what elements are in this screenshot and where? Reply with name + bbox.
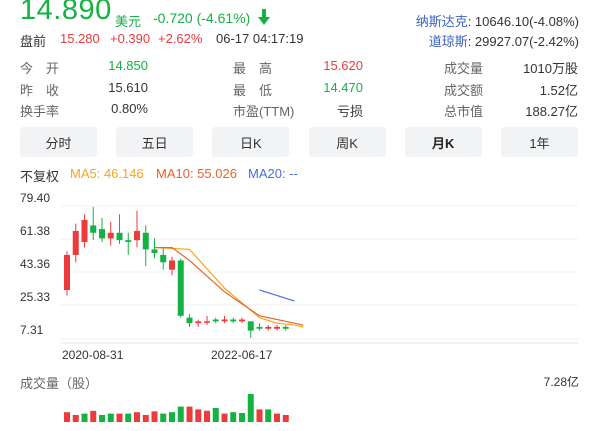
ma5-line — [154, 246, 304, 328]
candle-body — [125, 240, 132, 243]
volume-bar — [274, 413, 280, 422]
volume-bar — [239, 413, 245, 422]
candle-body — [247, 321, 254, 331]
volume-bar — [142, 415, 149, 422]
volume-bar — [247, 394, 254, 422]
volume-bar — [221, 413, 228, 422]
volume-bar — [160, 413, 167, 422]
candle-body — [282, 326, 289, 329]
volume-bar — [125, 413, 132, 422]
candle-body — [230, 319, 237, 322]
volume-bar — [81, 413, 88, 422]
candle-body — [142, 232, 149, 250]
candle-body — [265, 326, 272, 329]
volume-bar — [72, 415, 79, 422]
volume-bar — [265, 409, 272, 422]
ma10-line — [154, 246, 304, 326]
volume-max: 7.28亿 — [543, 375, 579, 389]
volume-bar — [169, 412, 175, 422]
candle-body — [239, 319, 245, 322]
candle-body — [274, 326, 280, 329]
volume-bar — [256, 409, 263, 422]
x-tick-label: 2020-08-31 — [62, 348, 124, 362]
candle-body — [186, 317, 193, 324]
candle-body — [64, 254, 70, 290]
volume-bar — [186, 406, 193, 422]
volume-bar — [230, 412, 237, 422]
volume-bar — [107, 413, 114, 422]
candle-body — [177, 260, 184, 316]
candle-body — [90, 225, 97, 233]
volume-bar — [151, 411, 158, 422]
volume-bar — [212, 408, 219, 422]
volume-bar — [134, 412, 140, 422]
volume-bar — [99, 415, 105, 422]
candle-body — [134, 230, 140, 241]
candle-body — [99, 229, 105, 239]
x-tick-label: 2022-06-17 — [211, 348, 273, 362]
volume-bar — [195, 409, 202, 422]
candle-body — [169, 260, 175, 270]
volume-bar — [204, 410, 210, 422]
volume-bar — [177, 406, 184, 422]
candle-body — [151, 249, 158, 254]
volume-bar — [116, 413, 123, 422]
candlestick-chart[interactable] — [0, 0, 612, 431]
volume-bar — [64, 412, 70, 422]
candle-body — [256, 326, 263, 329]
volume-title: 成交量（股） — [20, 376, 99, 391]
candle-body — [195, 321, 202, 324]
candle-body — [221, 319, 228, 322]
candle-body — [212, 319, 219, 322]
candle-body — [81, 219, 88, 243]
candle-body — [116, 232, 123, 241]
candle-body — [107, 232, 114, 239]
candle-body — [160, 254, 167, 263]
candle-body — [72, 230, 79, 255]
volume-bar — [282, 415, 289, 422]
ma20-line — [259, 289, 295, 302]
candle-body — [204, 321, 210, 323]
volume-bar — [90, 410, 97, 422]
